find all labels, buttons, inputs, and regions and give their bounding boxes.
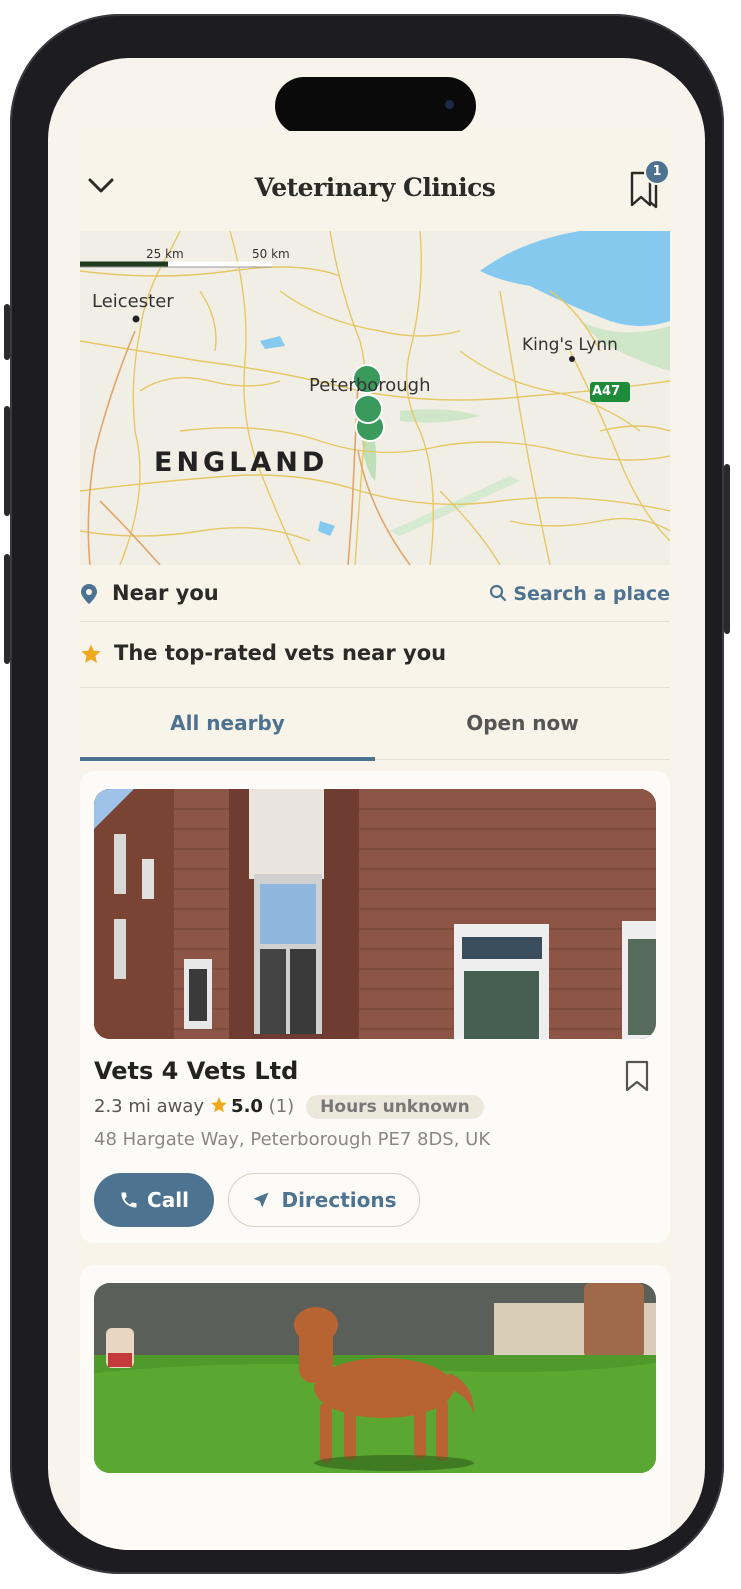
mute-switch [4, 304, 10, 360]
call-button[interactable]: Call [94, 1173, 214, 1227]
distance-text: 2.3 mi away [94, 1096, 205, 1117]
search-place-label: Search a place [513, 583, 670, 605]
screen: Veterinary Clinics 1 25 km 50 km Leicest… [48, 58, 705, 1550]
phone-frame: Veterinary Clinics 1 25 km 50 km Leicest… [4, 14, 730, 1574]
top-rated-text: The top-rated vets near you [114, 641, 447, 665]
vet-meta: 2.3 mi away 5.0 (1) Hours unknown [94, 1095, 484, 1119]
filter-tabs: All nearby Open now [80, 689, 670, 761]
clinics-sheet: Veterinary Clinics 1 25 km 50 km Leicest… [80, 131, 670, 1550]
bookmark-icon[interactable] [624, 1059, 650, 1093]
power-button [724, 464, 730, 634]
rating-value: 5.0 [231, 1096, 263, 1117]
map-tiles [80, 231, 670, 565]
rating-star-icon [211, 1097, 227, 1113]
map-view[interactable]: 25 km 50 km Leicester Peterborough King'… [80, 231, 670, 565]
phone-icon [121, 1192, 137, 1208]
top-rated-banner: The top-rated vets near you [80, 623, 670, 688]
saved-count-badge: 1 [644, 159, 670, 185]
vet-card[interactable]: Vets 4 Vets Ltd 2.3 mi away 5.0 (1) Hours … [80, 771, 670, 1243]
vet-photo [94, 789, 656, 1039]
camera-dot [445, 100, 454, 109]
tab-all-nearby[interactable]: All nearby [80, 689, 375, 761]
search-icon [490, 584, 507, 602]
review-count: (1) [268, 1096, 295, 1117]
search-place-link[interactable]: Search a place [489, 583, 670, 605]
star-icon [81, 644, 101, 663]
directions-button[interactable]: Directions [228, 1173, 420, 1227]
near-you-label: Near you [112, 581, 219, 605]
clinic-building-image [94, 789, 656, 1039]
vet-name[interactable]: Vets 4 Vets Ltd [94, 1057, 298, 1085]
scale-label-25: 25 km [146, 247, 184, 261]
map-label-leicester: Leicester [92, 291, 174, 312]
scale-label-50: 50 km [252, 247, 290, 261]
dog-image [94, 1283, 656, 1473]
map-label-peterborough: Peterborough [309, 375, 431, 396]
dynamic-island [275, 77, 476, 135]
tab-open-now[interactable]: Open now [375, 689, 670, 759]
location-row: Near you Search a place [80, 567, 670, 622]
header: Veterinary Clinics 1 [80, 149, 670, 225]
road-sign-a47: A47 [592, 384, 621, 399]
location-pin-icon [81, 584, 97, 604]
vet-address: 48 Hargate Way, Peterborough PE7 8DS, UK [94, 1129, 491, 1150]
navigation-arrow-icon [253, 1192, 269, 1208]
directions-label: Directions [281, 1188, 397, 1212]
call-label: Call [147, 1188, 189, 1212]
volume-up-button [4, 406, 10, 516]
map-label-kings-lynn: King's Lynn [522, 335, 618, 355]
page-title: Veterinary Clinics [254, 173, 496, 202]
volume-down-button [4, 554, 10, 664]
hours-badge: Hours unknown [306, 1095, 484, 1119]
map-label-england: ENGLAND [154, 447, 329, 478]
vet-card[interactable] [80, 1265, 670, 1550]
vet-photo [94, 1283, 656, 1473]
